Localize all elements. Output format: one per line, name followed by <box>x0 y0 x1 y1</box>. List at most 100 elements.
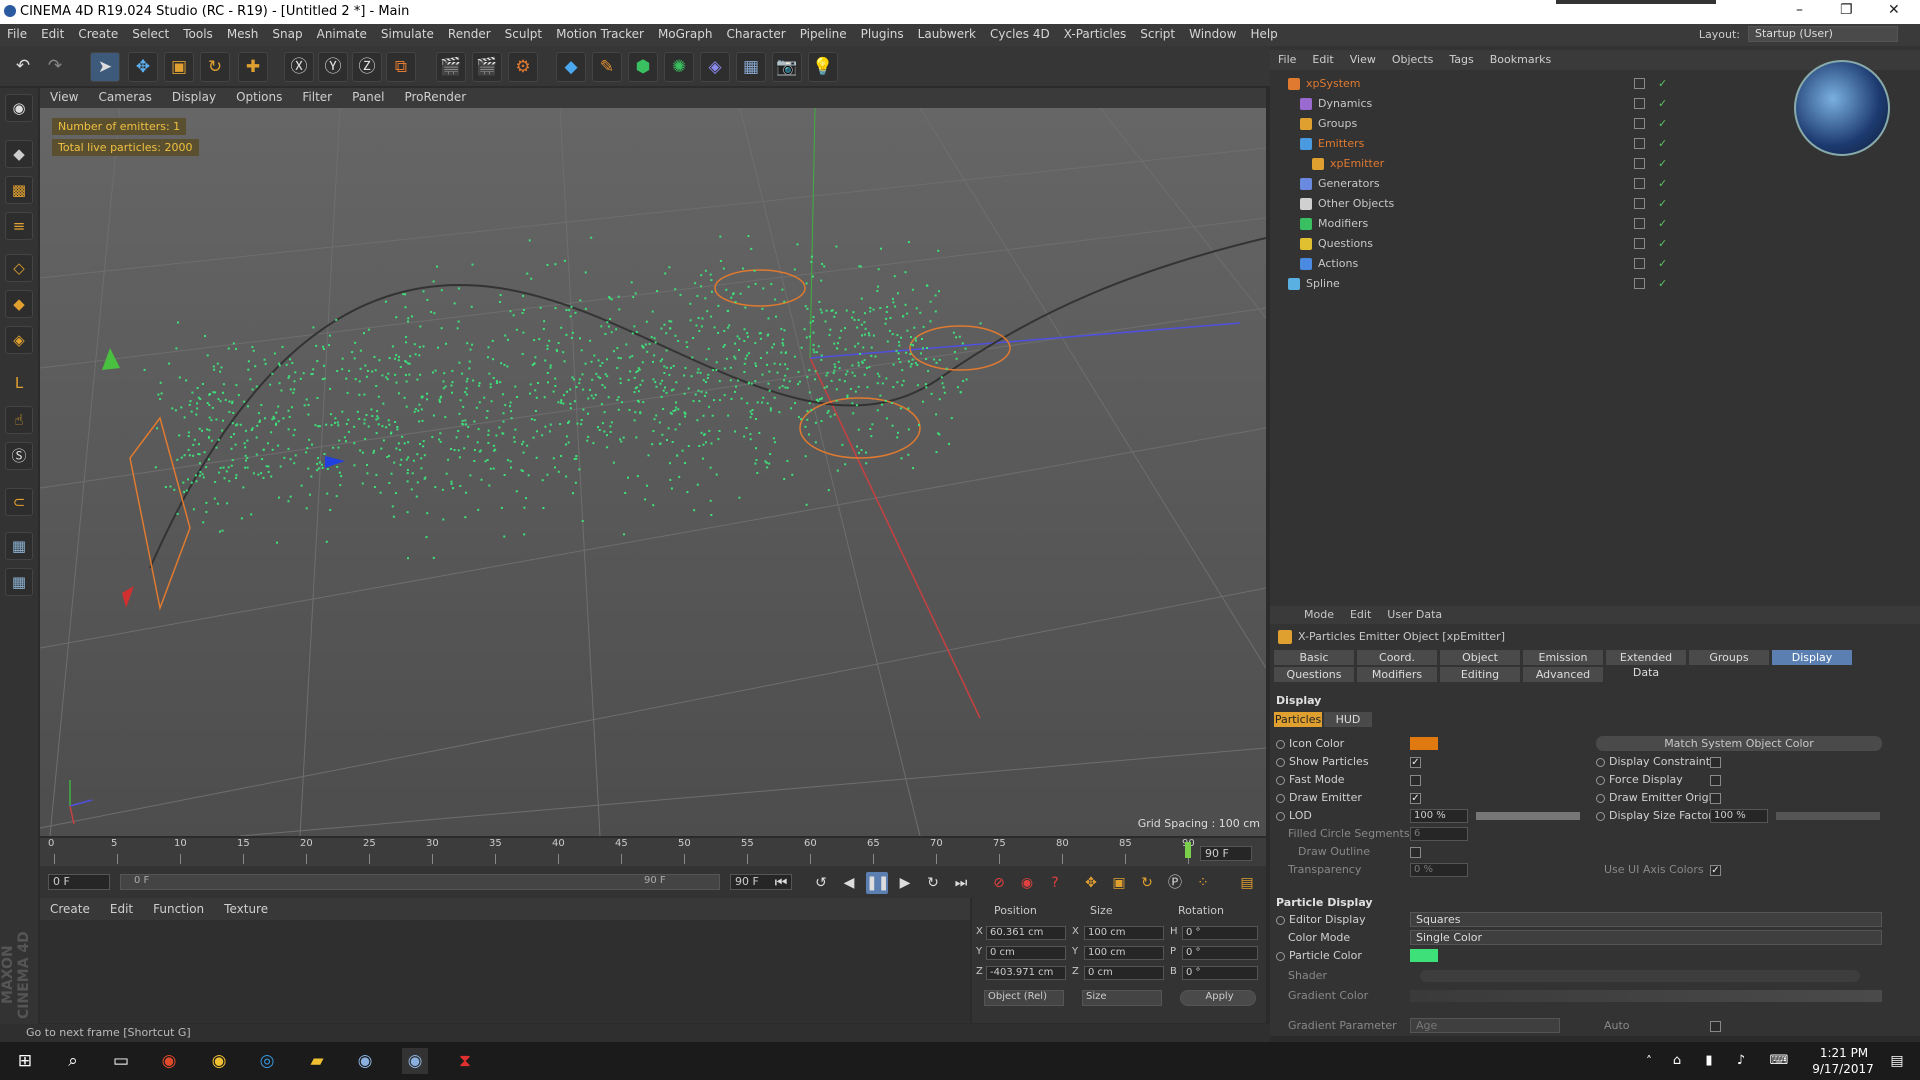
icon-color-swatch[interactable] <box>1410 737 1438 750</box>
menu-simulate[interactable]: Simulate <box>374 24 441 41</box>
previous-frame-icon[interactable]: ◀ <box>838 872 860 894</box>
draw-emitter-checkbox[interactable]: ✓ <box>1410 793 1421 804</box>
material-menu-texture[interactable]: Texture <box>214 898 278 916</box>
menu-animate[interactable]: Animate <box>310 24 374 41</box>
object-name[interactable]: Actions <box>1318 254 1358 274</box>
menu-window[interactable]: Window <box>1182 24 1243 41</box>
filled-circle-field[interactable]: 6 <box>1410 827 1468 841</box>
volume-icon[interactable]: ♪ <box>1728 1048 1754 1074</box>
object-visibility-toggle[interactable] <box>1634 158 1645 169</box>
key-pla-icon[interactable]: ⁘ <box>1192 872 1214 894</box>
viewport-menu-display[interactable]: Display <box>162 88 226 104</box>
cube-primitive-icon[interactable]: ◆ <box>556 52 586 82</box>
attribute-menu-mode[interactable]: Mode <box>1296 606 1342 623</box>
subtab-hud[interactable]: HUD <box>1324 712 1372 727</box>
object-visibility-toggle[interactable] <box>1634 138 1645 149</box>
workplane-icon[interactable]: ≡ <box>5 212 33 240</box>
size-field[interactable]: 100 cm <box>1084 946 1164 960</box>
axis-mode-icon[interactable]: L <box>5 370 33 398</box>
rotation-field[interactable]: 0 ° <box>1182 966 1258 980</box>
go-to-start-icon[interactable]: ⏮ <box>770 872 792 894</box>
display-size-radio[interactable] <box>1596 811 1605 821</box>
minimize-icon[interactable]: – <box>1796 2 1803 18</box>
object-visibility-toggle[interactable] <box>1634 258 1645 269</box>
menu-render[interactable]: Render <box>441 24 498 41</box>
menu-mesh[interactable]: Mesh <box>220 24 266 41</box>
size-mode-dropdown[interactable]: Size <box>1082 990 1162 1006</box>
object-visibility-toggle[interactable] <box>1634 178 1645 189</box>
spline-pen-icon[interactable]: ✎ <box>592 52 622 82</box>
windows-start-icon[interactable]: ⊞ <box>12 1048 38 1074</box>
size-field[interactable]: 100 cm <box>1084 926 1164 940</box>
object-name[interactable]: Generators <box>1318 174 1380 194</box>
auto-checkbox[interactable] <box>1710 1021 1721 1032</box>
object-enabled-check[interactable]: ✓ <box>1658 134 1667 154</box>
icon-color-radio[interactable] <box>1276 739 1285 749</box>
task-view-icon[interactable]: ▭ <box>108 1048 134 1074</box>
y-axis-lock-icon[interactable]: Ⓨ <box>318 52 348 82</box>
object-menu-file[interactable]: File <box>1270 50 1304 66</box>
render-settings-icon[interactable]: ⚙ <box>508 52 538 82</box>
subdivision-icon[interactable]: ⬢ <box>628 52 658 82</box>
maximize-icon[interactable]: ❐ <box>1840 2 1853 18</box>
object-name[interactable]: Questions <box>1318 234 1373 254</box>
tab-modifiers[interactable]: Modifiers <box>1357 667 1437 682</box>
menu-pipeline[interactable]: Pipeline <box>793 24 854 41</box>
current-frame-marker[interactable] <box>1185 842 1191 858</box>
object-enabled-check[interactable]: ✓ <box>1658 154 1667 174</box>
object-row[interactable]: Generators ✓ <box>1280 174 1860 194</box>
redo-icon[interactable]: ↷ <box>40 52 70 82</box>
x-axis-lock-icon[interactable]: Ⓧ <box>284 52 314 82</box>
tab-questions[interactable]: Questions <box>1274 667 1354 682</box>
object-visibility-toggle[interactable] <box>1634 98 1645 109</box>
display-size-slider[interactable] <box>1776 812 1880 820</box>
object-enabled-check[interactable]: ✓ <box>1658 74 1667 94</box>
coordinate-mode-dropdown[interactable]: Object (Rel) <box>984 990 1064 1006</box>
polygons-mode-icon[interactable]: ◈ <box>5 326 33 354</box>
object-row[interactable]: Dynamics ✓ <box>1280 94 1860 114</box>
menu-mograph[interactable]: MoGraph <box>651 24 720 41</box>
position-field[interactable]: 60.361 cm <box>986 926 1066 940</box>
render-picture-viewer-icon[interactable]: 🎬 <box>472 52 502 82</box>
add-tool-icon[interactable]: ✚ <box>238 52 268 82</box>
object-enabled-check[interactable]: ✓ <box>1658 114 1667 134</box>
display-constraints-checkbox[interactable] <box>1710 757 1721 768</box>
draw-emitter-radio[interactable] <box>1276 793 1285 803</box>
preview-range-slider[interactable] <box>120 874 720 890</box>
timeline-window-icon[interactable]: ▤ <box>1236 872 1258 894</box>
color-mode-dropdown[interactable]: Single Color <box>1410 930 1882 945</box>
cinema4d-active-taskbar-icon[interactable]: ◉ <box>402 1048 428 1074</box>
menu-help[interactable]: Help <box>1243 24 1284 41</box>
network-icon[interactable]: ⌂ <box>1664 1048 1690 1074</box>
position-field[interactable]: -403.971 cm <box>986 966 1066 980</box>
object-enabled-check[interactable]: ✓ <box>1658 234 1667 254</box>
object-visibility-toggle[interactable] <box>1634 278 1645 289</box>
viewport-menu-options[interactable]: Options <box>226 88 292 104</box>
menu-x-particles[interactable]: X-Particles <box>1057 24 1134 41</box>
tab-emission[interactable]: Emission <box>1523 650 1603 665</box>
autokey-icon[interactable]: ◉ <box>1016 872 1038 894</box>
size-field[interactable]: 0 cm <box>1084 966 1164 980</box>
use-ui-axis-colors-checkbox[interactable]: ✓ <box>1710 865 1721 876</box>
menu-edit[interactable]: Edit <box>34 24 71 41</box>
clock-date[interactable]: 9/17/2017 <box>1810 1062 1876 1076</box>
clock-time[interactable]: 1:21 PM <box>1816 1046 1872 1060</box>
object-visibility-toggle[interactable] <box>1634 118 1645 129</box>
tab-coord-[interactable]: Coord. <box>1357 650 1437 665</box>
lod-field[interactable]: 100 % <box>1410 809 1468 823</box>
menu-script[interactable]: Script <box>1133 24 1182 41</box>
scale-tool-icon[interactable]: ▣ <box>164 52 194 82</box>
object-name[interactable]: Groups <box>1318 114 1357 134</box>
menu-plugins[interactable]: Plugins <box>854 24 911 41</box>
tab-display[interactable]: Display <box>1772 650 1852 665</box>
material-menu-edit[interactable]: Edit <box>100 898 143 916</box>
object-enabled-check[interactable]: ✓ <box>1658 174 1667 194</box>
match-system-color-button[interactable]: Match System Object Color <box>1596 736 1882 751</box>
object-row[interactable]: Groups ✓ <box>1280 114 1860 134</box>
loop-icon[interactable]: ↺ <box>810 872 832 894</box>
viewport-menu-panel[interactable]: Panel <box>342 88 394 104</box>
camera-icon[interactable]: 📷 <box>772 52 802 82</box>
workplane-lock-icon[interactable]: ▦ <box>5 532 33 560</box>
gradient-color-bar[interactable] <box>1410 990 1882 1002</box>
menu-create[interactable]: Create <box>71 24 125 41</box>
